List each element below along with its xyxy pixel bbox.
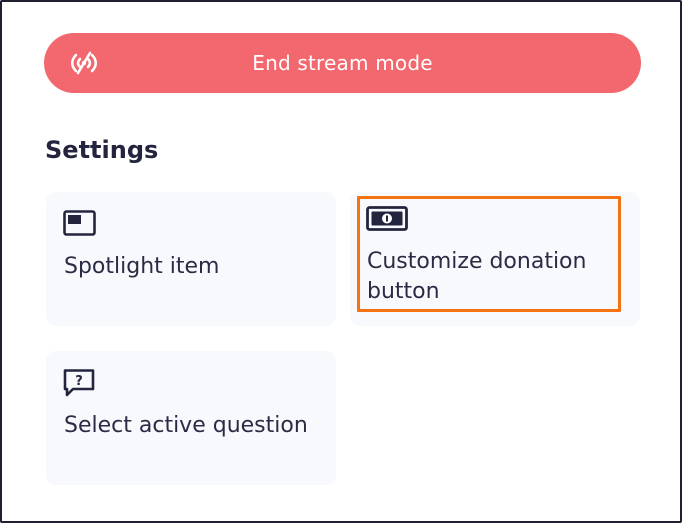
- spotlight-item-label: Spotlight item: [64, 254, 220, 279]
- end-stream-mode-label: End stream mode: [252, 51, 433, 75]
- select-active-question-card[interactable]: ? Select active question: [46, 351, 336, 485]
- broadcast-off-icon: [70, 51, 98, 75]
- customize-donation-button-card[interactable]: Customize donation button: [350, 192, 640, 326]
- question-bubble-icon: ?: [63, 369, 95, 397]
- panel-frame: End stream mode Settings Spotlight item …: [0, 0, 682, 523]
- customize-donation-button-label: Customize donation button: [367, 249, 587, 304]
- spotlight-item-card[interactable]: Spotlight item: [46, 192, 336, 326]
- select-active-question-label: Select active question: [64, 413, 308, 438]
- spotlight-window-icon: [63, 210, 96, 236]
- end-stream-mode-button[interactable]: End stream mode: [44, 33, 641, 93]
- banknote-icon: [366, 206, 408, 231]
- settings-title: Settings: [45, 136, 159, 164]
- svg-text:?: ?: [75, 374, 83, 389]
